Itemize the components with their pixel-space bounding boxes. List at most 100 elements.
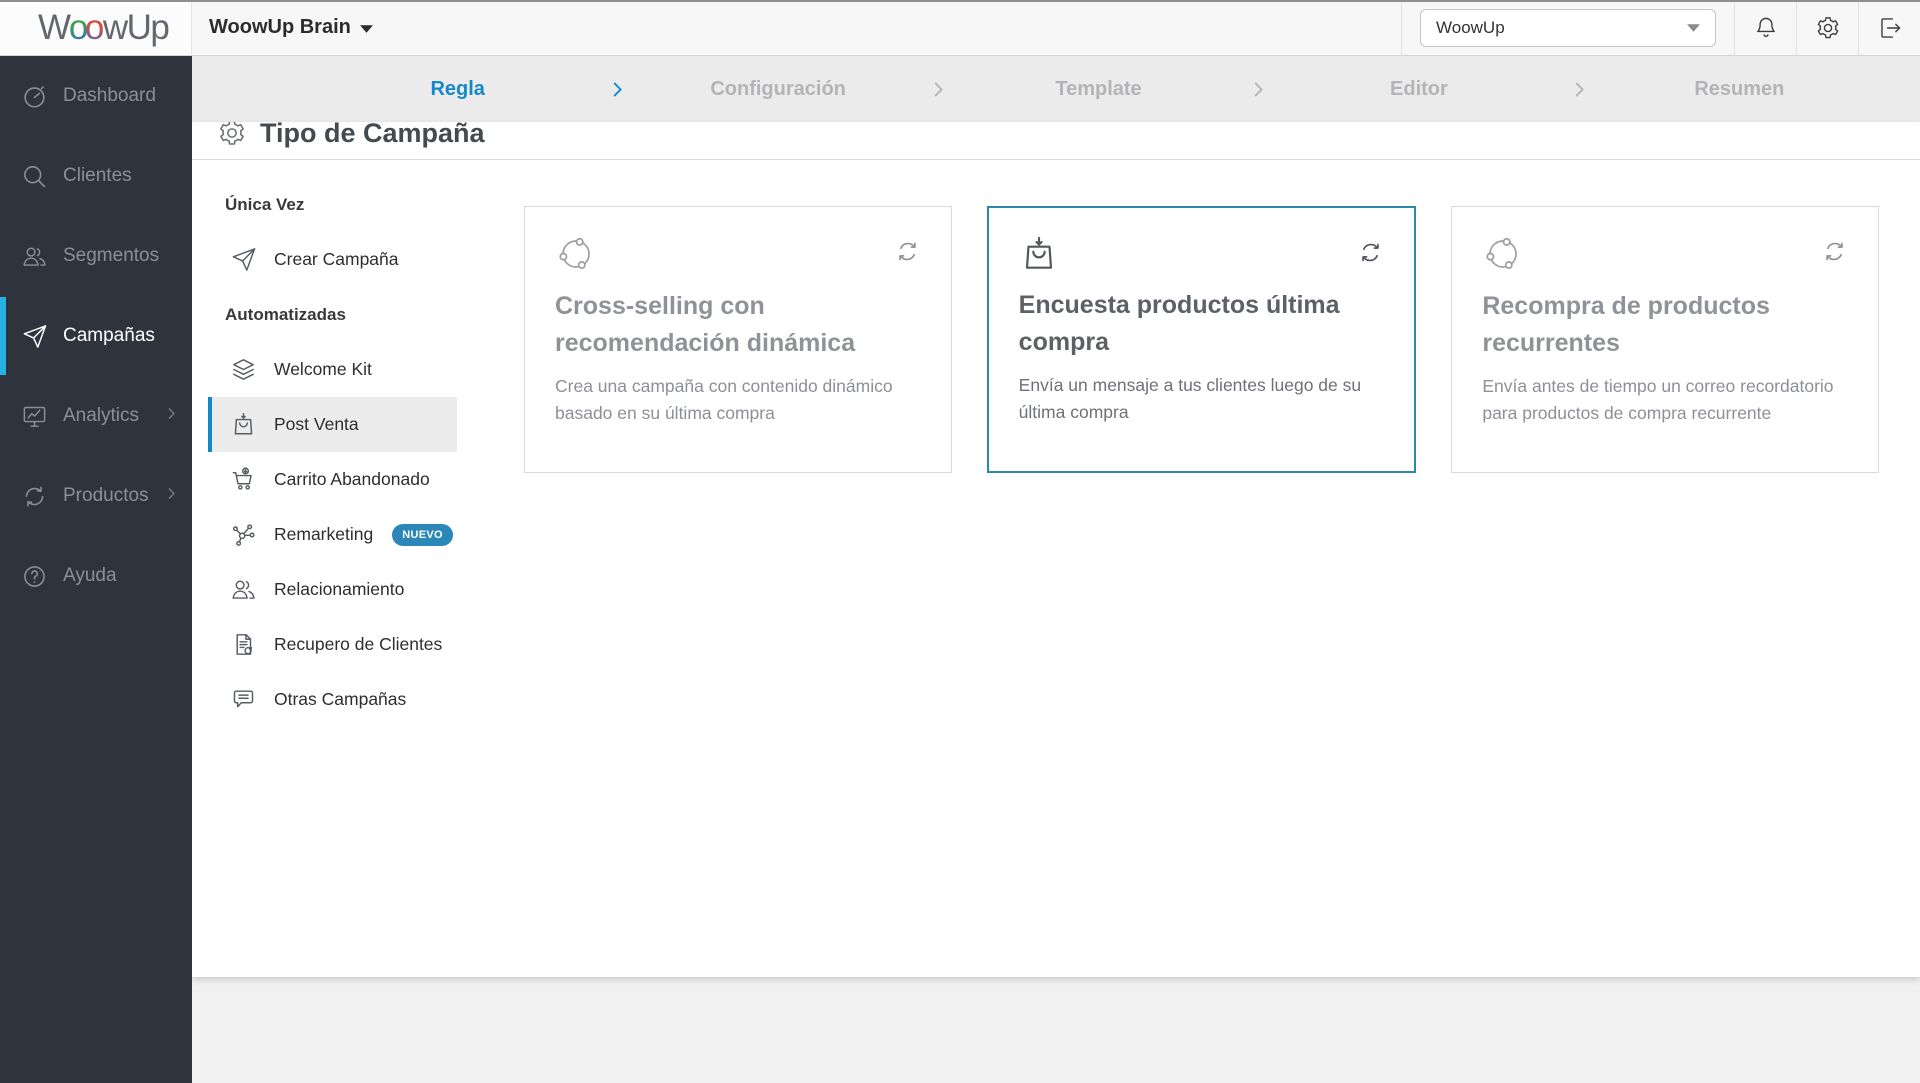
sidebar-item-productos[interactable]: Productos xyxy=(0,456,192,536)
menu-item-label: Post Venta xyxy=(274,414,359,435)
sidebar-item-dashboard[interactable]: Dashboard xyxy=(0,56,192,136)
brand-menu[interactable]: WoowUp Brain xyxy=(209,0,373,55)
brand-menu-label: WoowUp Brain xyxy=(209,16,351,39)
logo-letter: o xyxy=(85,8,103,47)
sidebar-item-label: Segmentos xyxy=(63,245,159,267)
logo-letter: W xyxy=(38,8,69,47)
users-icon xyxy=(230,576,257,603)
sidebar-item-ayuda[interactable]: Ayuda xyxy=(0,536,192,616)
menu-item-recupero-de-clientes[interactable]: Recupero de Clientes xyxy=(208,617,457,672)
account-select[interactable]: WoowUp xyxy=(1420,9,1716,47)
users-icon xyxy=(21,243,48,270)
settings-button[interactable] xyxy=(1796,0,1858,55)
nuevo-badge: NUEVO xyxy=(392,524,453,546)
logout-button[interactable] xyxy=(1858,0,1920,55)
chevron-right-icon xyxy=(608,80,627,99)
caret-down-icon xyxy=(360,25,373,33)
step-regla[interactable]: Regla xyxy=(307,78,608,101)
woowup-logo[interactable]: WoowUp xyxy=(38,10,168,45)
gear-icon xyxy=(1815,15,1841,41)
account-select-value: WoowUp xyxy=(1436,18,1505,38)
layers-icon xyxy=(230,356,257,383)
sidebar-item-label: Ayuda xyxy=(63,565,117,587)
cart-icon xyxy=(230,466,257,493)
sidebar-item-label: Productos xyxy=(63,485,149,507)
menu-item-label: Carrito Abandonado xyxy=(274,469,430,490)
card-description: Crea una campaña con contenido dinámico … xyxy=(555,373,921,427)
step-template[interactable]: Template xyxy=(948,78,1249,101)
step-configuracion[interactable]: Configuración xyxy=(627,78,928,101)
card-description: Envía antes de tiempo un correo recordat… xyxy=(1482,373,1848,427)
notifications-button[interactable] xyxy=(1734,0,1796,55)
sidebar-item-segmentos[interactable]: Segmentos xyxy=(0,216,192,296)
chevron-right-icon xyxy=(164,405,179,427)
paper-plane-icon xyxy=(230,246,257,273)
share-network-icon xyxy=(1482,233,1524,275)
menu-item-carrito-abandonado[interactable]: Carrito Abandonado xyxy=(208,452,457,507)
card-recompra-productos[interactable]: Recompra de productos recurrentes Envía … xyxy=(1451,206,1879,473)
card-title: Cross-selling con recomendación dinámica xyxy=(555,288,921,362)
share-network-icon xyxy=(555,233,597,275)
menu-item-relacionamiento[interactable]: Relacionamiento xyxy=(208,562,457,617)
step-resumen[interactable]: Resumen xyxy=(1589,78,1890,101)
chevron-right-icon xyxy=(1570,80,1589,99)
shopping-bag-icon xyxy=(1019,234,1059,274)
refresh-icon xyxy=(1821,238,1848,265)
menu-item-otras-campanas[interactable]: Otras Campañas xyxy=(208,672,457,727)
gear-icon xyxy=(217,122,247,148)
refresh-icon xyxy=(1357,239,1384,266)
search-icon xyxy=(21,163,48,190)
paper-plane-icon xyxy=(21,323,48,350)
main-area: Regla Configuración Template Editor Resu… xyxy=(192,56,1920,1083)
menu-item-label: Welcome Kit xyxy=(274,359,372,380)
logo-letter: wUp xyxy=(103,8,169,47)
document-refresh-icon xyxy=(230,631,257,658)
main-sidebar: Dashboard Clientes Segmentos Campañas An… xyxy=(0,56,192,1083)
bell-icon xyxy=(1753,15,1779,41)
sidebar-item-label: Analytics xyxy=(63,405,139,427)
sidebar-item-clientes[interactable]: Clientes xyxy=(0,136,192,216)
caret-down-icon xyxy=(1687,24,1700,32)
card-description: Envía un mensaje a tus clientes luego de… xyxy=(1019,372,1385,426)
sidebar-item-campanas[interactable]: Campañas xyxy=(0,296,192,376)
card-encuesta-productos[interactable]: Encuesta productos última compra Envía u… xyxy=(987,206,1417,473)
card-title: Encuesta productos última compra xyxy=(1019,287,1385,361)
sign-out-icon xyxy=(1877,15,1903,41)
menu-section-header: Automatizadas xyxy=(208,287,524,342)
card-title: Recompra de productos recurrentes xyxy=(1482,288,1848,362)
menu-item-label: Remarketing xyxy=(274,524,373,545)
chevron-right-icon xyxy=(929,80,948,99)
page-title: Tipo de Campaña xyxy=(260,122,485,149)
menu-item-label: Recupero de Clientes xyxy=(274,634,442,655)
sidebar-item-label: Campañas xyxy=(63,325,155,347)
menu-item-label: Crear Campaña xyxy=(274,249,399,270)
menu-item-crear-campana[interactable]: Crear Campaña xyxy=(208,232,457,287)
sync-icon xyxy=(21,483,48,510)
campaign-type-menu: Única Vez Crear Campaña Automatizadas We… xyxy=(192,160,524,976)
gauge-icon xyxy=(21,83,48,110)
menu-section-header: Única Vez xyxy=(208,177,524,232)
sidebar-item-label: Dashboard xyxy=(63,85,156,107)
logo-area: WoowUp xyxy=(0,0,192,55)
refresh-icon xyxy=(894,238,921,265)
chevron-right-icon xyxy=(164,485,179,507)
menu-item-welcome-kit[interactable]: Welcome Kit xyxy=(208,342,457,397)
shopping-bag-icon xyxy=(230,411,257,438)
page-header: Tipo de Campaña xyxy=(192,122,1920,160)
account-select-cell: WoowUp xyxy=(1401,0,1734,55)
top-bar: WoowUp WoowUp Brain WoowUp xyxy=(0,0,1920,56)
sidebar-item-analytics[interactable]: Analytics xyxy=(0,376,192,456)
step-editor[interactable]: Editor xyxy=(1268,78,1569,101)
campaign-cards: Cross-selling con recomendación dinámica… xyxy=(524,160,1920,976)
menu-item-remarketing[interactable]: Remarketing NUEVO xyxy=(208,507,457,562)
analytics-monitor-icon xyxy=(21,403,48,430)
question-icon xyxy=(21,563,48,590)
speech-bubble-icon xyxy=(230,686,257,713)
card-cross-selling[interactable]: Cross-selling con recomendación dinámica… xyxy=(524,206,952,473)
topbar-actions: WoowUp xyxy=(1401,0,1920,55)
network-icon xyxy=(230,521,257,548)
menu-item-post-venta[interactable]: Post Venta xyxy=(208,397,457,452)
wizard-steps: Regla Configuración Template Editor Resu… xyxy=(192,56,1920,122)
content-sheet: Tipo de Campaña Única Vez Crear Campaña … xyxy=(192,122,1920,977)
menu-item-label: Otras Campañas xyxy=(274,689,406,710)
